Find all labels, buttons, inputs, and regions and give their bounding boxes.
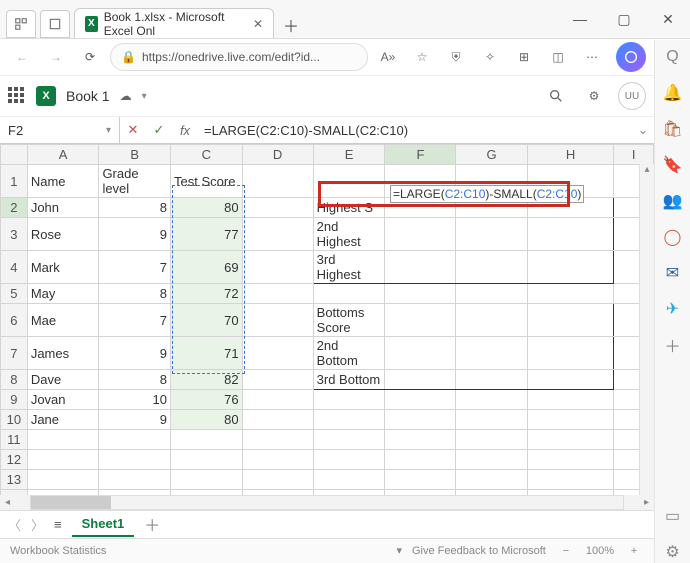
- col-header-E[interactable]: E: [313, 145, 385, 165]
- status-bar: Workbook Statistics ▾ Give Feedback to M…: [0, 538, 654, 563]
- settings-icon[interactable]: ⚙: [580, 82, 608, 110]
- window-minimize-button[interactable]: —: [558, 0, 602, 38]
- fx-label[interactable]: fx: [172, 117, 198, 143]
- sidebar-settings-icon[interactable]: ⚙: [662, 541, 684, 563]
- col-header-H[interactable]: H: [527, 145, 614, 165]
- row-header[interactable]: 13: [1, 470, 28, 490]
- row-header[interactable]: 11: [1, 430, 28, 450]
- split-screen-icon[interactable]: ◫: [544, 43, 572, 71]
- sidebar-add-icon[interactable]: ＋: [662, 334, 684, 356]
- browser-tab-title: Book 1.xlsx - Microsoft Excel Onl: [104, 10, 243, 38]
- row-header[interactable]: 2: [1, 198, 28, 218]
- new-tab-button[interactable]: ＋: [278, 12, 304, 38]
- document-name[interactable]: Book 1: [66, 88, 110, 104]
- refresh-button[interactable]: ⟳: [76, 43, 104, 71]
- col-header-C[interactable]: C: [171, 145, 243, 165]
- feedback-button[interactable]: Give Feedback to Microsoft: [412, 545, 546, 557]
- collections-icon[interactable]: ⊞: [510, 43, 538, 71]
- row-header[interactable]: 6: [1, 304, 28, 337]
- cloud-save-icon[interactable]: ☁: [120, 89, 132, 103]
- row-header[interactable]: 9: [1, 390, 28, 410]
- workbook-stats-button[interactable]: Workbook Statistics: [10, 545, 106, 557]
- sidebar-bell-icon[interactable]: 🔔: [662, 82, 684, 104]
- back-button[interactable]: ←: [8, 43, 36, 71]
- row-header[interactable]: 14: [1, 490, 28, 495]
- forward-button: →: [42, 43, 70, 71]
- col-header-D[interactable]: D: [242, 145, 313, 165]
- copilot-icon[interactable]: [616, 42, 646, 72]
- vertical-tabs-icon[interactable]: [40, 10, 70, 38]
- window-maximize-button[interactable]: ▢: [602, 0, 646, 38]
- cell-edit-overlay[interactable]: =LARGE(C2:C10)-SMALL(C2:C10): [390, 185, 584, 203]
- browser-sidebar: Q 🔔 🛍 🔖 👥 ◯ ✉ ✈ ＋ ▭ ⚙: [654, 40, 690, 563]
- name-box-dropdown-icon[interactable]: ▾: [106, 125, 111, 136]
- row-header[interactable]: 3: [1, 218, 28, 251]
- app-launcher-icon[interactable]: [8, 87, 26, 105]
- row-header[interactable]: 1: [1, 165, 28, 198]
- col-header-B[interactable]: B: [99, 145, 171, 165]
- browser-toolbar: ← → ⟳ 🔒 https://onedrive.live.com/edit?i…: [0, 39, 654, 76]
- sidebar-skype-icon[interactable]: 👥: [662, 190, 684, 212]
- all-sheets-icon[interactable]: ≡: [54, 517, 62, 532]
- accept-formula-button[interactable]: ✓: [146, 117, 172, 143]
- sidebar-outlook-icon[interactable]: ✉: [662, 262, 684, 284]
- sheet-tab-active[interactable]: Sheet1: [72, 512, 135, 537]
- sidebar-search-icon[interactable]: Q: [662, 46, 684, 68]
- reader-mode-icon[interactable]: A»: [374, 43, 402, 71]
- close-tab-icon[interactable]: ✕: [253, 17, 263, 31]
- browser-tab-active[interactable]: X Book 1.xlsx - Microsoft Excel Onl ✕: [74, 8, 274, 38]
- add-sheet-button[interactable]: ＋: [144, 512, 160, 536]
- address-bar[interactable]: 🔒 https://onedrive.live.com/edit?id...: [110, 43, 368, 71]
- lock-icon: 🔒: [121, 50, 136, 64]
- cancel-formula-button[interactable]: ✕: [120, 117, 146, 143]
- zoom-out-button[interactable]: −: [556, 545, 576, 557]
- favorites-bar-icon[interactable]: ✧: [476, 43, 504, 71]
- window-close-button[interactable]: ✕: [646, 0, 690, 38]
- zoom-in-button[interactable]: +: [624, 545, 644, 557]
- row-header[interactable]: 12: [1, 450, 28, 470]
- row-header[interactable]: 10: [1, 410, 28, 430]
- horizontal-scrollbar[interactable]: ◂ ▸: [0, 495, 654, 510]
- zoom-level[interactable]: 100%: [586, 545, 614, 557]
- sidebar-tag-icon[interactable]: 🔖: [662, 154, 684, 176]
- url-text: https://onedrive.live.com/edit?id...: [142, 50, 320, 64]
- excel-logo-icon: X: [36, 86, 56, 106]
- window-titlebar: X Book 1.xlsx - Microsoft Excel Onl ✕ ＋ …: [0, 0, 690, 39]
- scroll-up-icon[interactable]: ▴: [640, 164, 654, 179]
- prev-sheet-button[interactable]: 〈: [8, 515, 21, 534]
- scroll-right-icon[interactable]: ▸: [639, 497, 654, 508]
- more-icon[interactable]: ⋯: [578, 43, 606, 71]
- row-header[interactable]: 4: [1, 251, 28, 284]
- col-header-A[interactable]: A: [27, 145, 99, 165]
- sidebar-collapse-icon[interactable]: ▭: [662, 505, 684, 527]
- formula-input[interactable]: =LARGE(C2:C10)-SMALL(C2:C10): [198, 117, 632, 143]
- search-icon[interactable]: [542, 82, 570, 110]
- tracking-icon[interactable]: ⛨: [442, 43, 470, 71]
- col-header-F[interactable]: F: [385, 145, 456, 165]
- next-sheet-button[interactable]: 〉: [31, 515, 44, 534]
- row-header[interactable]: 5: [1, 284, 28, 304]
- sidebar-shopping-icon[interactable]: 🛍: [662, 118, 684, 140]
- chevron-down-icon[interactable]: ▾: [142, 91, 147, 102]
- user-avatar[interactable]: UU: [618, 82, 646, 110]
- excel-icon: X: [85, 16, 98, 32]
- formula-bar: F2 ▾ ✕ ✓ fx =LARGE(C2:C10)-SMALL(C2:C10)…: [0, 117, 654, 144]
- col-header-I[interactable]: I: [614, 145, 654, 165]
- col-header-G[interactable]: G: [456, 145, 527, 165]
- select-all-corner[interactable]: [1, 145, 28, 165]
- sidebar-send-icon[interactable]: ✈: [662, 298, 684, 320]
- sidebar-office-icon[interactable]: ◯: [662, 226, 684, 248]
- row-header[interactable]: 8: [1, 370, 28, 390]
- expand-formula-bar-icon[interactable]: ⌄: [632, 122, 654, 138]
- name-box[interactable]: F2 ▾: [0, 117, 120, 143]
- workspaces-tab-icon[interactable]: [6, 10, 36, 38]
- sheet-tab-bar: 〈 〉 ≡ Sheet1 ＋: [0, 510, 654, 537]
- scroll-left-icon[interactable]: ◂: [0, 497, 15, 508]
- excel-header: X Book 1 ☁ ▾ ⚙ UU: [0, 76, 654, 117]
- vertical-scrollbar[interactable]: ▴: [639, 164, 654, 495]
- help-dropdown-icon[interactable]: ▾: [396, 544, 402, 557]
- row-header[interactable]: 7: [1, 337, 28, 370]
- favorite-icon[interactable]: ☆: [408, 43, 436, 71]
